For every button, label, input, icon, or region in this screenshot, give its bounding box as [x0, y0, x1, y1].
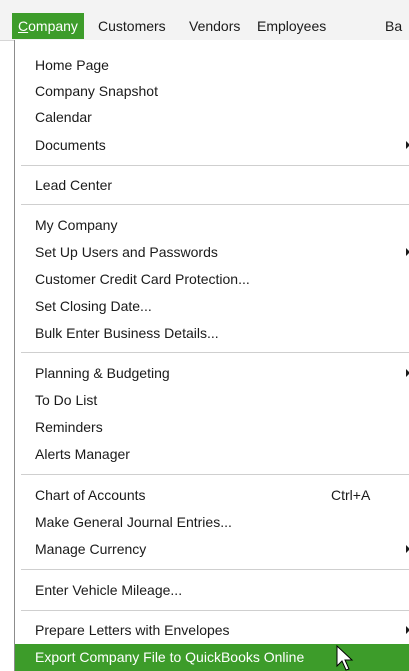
menu-employees-label: Employees — [257, 18, 327, 34]
menu-item-prepare-letters[interactable]: Prepare Letters with Envelopes — [15, 617, 409, 643]
menu-item-calendar[interactable]: Calendar — [15, 104, 409, 130]
menu-item-chart-of-accounts[interactable]: Chart of Accounts Ctrl+A — [15, 482, 409, 508]
menu-item-my-company[interactable]: My Company — [15, 212, 409, 238]
menu-item-vehicle-mileage[interactable]: Enter Vehicle Mileage... — [15, 577, 409, 603]
menu-item-lead-center[interactable]: Lead Center — [15, 172, 409, 198]
menu-item-credit-card-protection[interactable]: Customer Credit Card Protection... — [15, 266, 409, 292]
menu-item-label: My Company — [35, 217, 118, 233]
menu-company-mnemonic: C — [18, 18, 29, 34]
menu-item-planning-budgeting[interactable]: Planning & Budgeting — [15, 360, 409, 386]
menu-company[interactable]: Company — [12, 13, 84, 39]
menu-item-label: Enter Vehicle Mileage... — [35, 582, 183, 598]
menu-item-home-page[interactable]: Home Page — [15, 52, 409, 78]
menu-item-set-up-users[interactable]: Set Up Users and Passwords — [15, 239, 409, 265]
menu-item-label: Set Closing Date... — [35, 298, 152, 314]
menu-item-label: Lead Center — [35, 177, 113, 193]
menu-company-rest: ompany — [28, 18, 78, 34]
menu-separator — [21, 352, 409, 353]
menu-item-company-snapshot[interactable]: Company Snapshot — [15, 78, 409, 104]
menu-item-label: Calendar — [35, 109, 92, 125]
menu-item-to-do-list[interactable]: To Do List — [15, 387, 409, 413]
menu-banking-label: Ba — [385, 18, 403, 34]
menu-item-label: Documents — [35, 137, 106, 153]
menu-separator — [21, 610, 409, 611]
menu-separator — [21, 474, 409, 475]
menu-item-label: Home Page — [35, 57, 109, 73]
menu-item-label: Prepare Letters with Envelopes — [35, 622, 230, 638]
menu-item-export-to-quickbooks-online[interactable]: Export Company File to QuickBooks Online — [15, 644, 409, 671]
menu-item-documents[interactable]: Documents — [15, 132, 409, 158]
menu-item-label: Manage Currency — [35, 541, 147, 557]
menu-banking[interactable]: Ba — [385, 13, 402, 39]
menu-item-label: Reminders — [35, 419, 103, 435]
menu-vendors-label: Vendors — [189, 18, 241, 34]
menu-item-label: Company Snapshot — [35, 83, 158, 99]
shortcut-label: Ctrl+A — [331, 487, 371, 503]
menu-bar: Company Customers Vendors Employees Ba — [0, 0, 409, 41]
menu-customers-label: Customers — [98, 18, 166, 34]
company-dropdown-menu: Home Page Company Snapshot Calendar Docu… — [14, 40, 409, 671]
menu-item-bulk-enter[interactable]: Bulk Enter Business Details... — [15, 320, 409, 346]
menu-item-label: Planning & Budgeting — [35, 365, 170, 381]
menu-item-manage-currency[interactable]: Manage Currency — [15, 536, 409, 562]
menu-item-reminders[interactable]: Reminders — [15, 414, 409, 440]
menu-item-label: Bulk Enter Business Details... — [35, 325, 219, 341]
menu-vendors[interactable]: Vendors — [189, 13, 240, 39]
menu-item-alerts-manager[interactable]: Alerts Manager — [15, 441, 409, 467]
menu-separator — [21, 165, 409, 166]
menu-item-journal-entries[interactable]: Make General Journal Entries... — [15, 509, 409, 535]
mouse-pointer-icon — [336, 645, 354, 671]
menu-item-label: Set Up Users and Passwords — [35, 244, 218, 260]
menu-item-set-closing-date[interactable]: Set Closing Date... — [15, 293, 409, 319]
menu-employees[interactable]: Employees — [257, 13, 326, 39]
menu-item-label: Export Company File to QuickBooks Online — [35, 649, 305, 665]
menu-item-label: Chart of Accounts — [35, 487, 146, 503]
menu-item-label: To Do List — [35, 392, 98, 408]
menu-separator — [21, 204, 409, 205]
menu-separator — [21, 569, 409, 570]
menu-item-label: Make General Journal Entries... — [35, 514, 232, 530]
menu-item-label: Alerts Manager — [35, 446, 130, 462]
menu-customers[interactable]: Customers — [98, 13, 166, 39]
menu-item-label: Customer Credit Card Protection... — [35, 271, 250, 287]
